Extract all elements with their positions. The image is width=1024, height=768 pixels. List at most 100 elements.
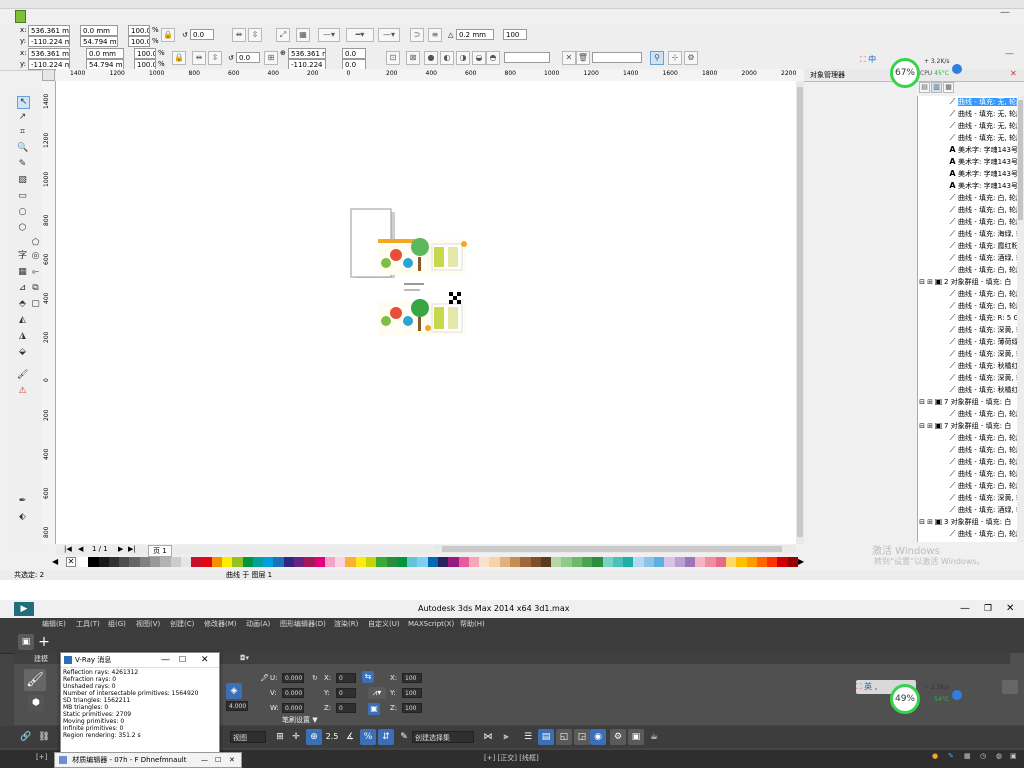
scale-x-field[interactable]: 100.0	[128, 25, 150, 36]
color-swatch[interactable]	[88, 557, 99, 567]
object-row[interactable]: ⟋ 曲线 - 填充: 深黄, 轮廓	[918, 492, 1024, 504]
color-swatch[interactable]	[314, 557, 325, 567]
horizontal-scrollbar[interactable]	[434, 545, 796, 553]
tray-teapot-icon[interactable]: ▣	[1010, 752, 1017, 760]
percent-snap-icon[interactable]: %	[360, 729, 376, 745]
color-swatch[interactable]	[592, 557, 603, 567]
color-swatch[interactable]	[283, 557, 294, 567]
color-swatch[interactable]	[273, 557, 284, 567]
color-swatch[interactable]	[438, 557, 449, 567]
render-icon[interactable]: ☕	[646, 729, 662, 745]
pen-tool-icon[interactable]: ✒	[17, 496, 28, 507]
viewport-label[interactable]: [+] [正交] [线框]	[484, 753, 539, 763]
accelerate-icon-2[interactable]	[952, 690, 962, 700]
angle-snap-icon[interactable]: ∡	[342, 729, 358, 745]
eyedropper-tool-icon[interactable]: ⬘	[17, 299, 28, 310]
y-position-field[interactable]: -110.224 mm	[28, 36, 70, 47]
docker-close-icon[interactable]: ✕	[1010, 69, 1017, 78]
color-swatch[interactable]	[160, 557, 171, 567]
rectangle-tool-icon[interactable]: ▭	[17, 191, 28, 202]
color-style-icon[interactable]: ●	[424, 51, 438, 65]
object-row[interactable]: A 美术字: 字魂143号	[918, 168, 1024, 180]
color-swatch[interactable]	[674, 557, 685, 567]
color-swatch[interactable]	[602, 557, 613, 567]
object-group-row[interactable]: ⊟ ⊞ ▣ 7 对象群组 - 填充: 白	[918, 396, 1024, 408]
max-restore-button[interactable]: ❐	[984, 600, 992, 618]
max-minimize-button[interactable]: —	[960, 600, 970, 618]
vertical-ruler[interactable]: 1400 1200 1000 800 600 400 200 0 200 400 600 800	[42, 81, 56, 544]
window-minimize-button[interactable]: —	[1000, 8, 1022, 18]
wrap-text-icon[interactable]: ≡	[428, 28, 442, 42]
color-swatch[interactable]	[726, 557, 737, 567]
edit-named-sets-icon[interactable]: ✎	[396, 729, 412, 745]
max-menu-item[interactable]: 编辑(E)	[42, 618, 66, 631]
color-swatch[interactable]	[582, 557, 593, 567]
tray-sphere-icon[interactable]: ◍	[996, 752, 1002, 760]
object-row[interactable]: A 美术字: 字魂143号	[918, 180, 1024, 192]
z-scale-field[interactable]: 100	[402, 703, 422, 713]
render-setup-icon[interactable]: ⚙	[610, 729, 626, 745]
color-swatch[interactable]	[510, 557, 521, 567]
color-swatch[interactable]	[304, 557, 315, 567]
table-tool-icon[interactable]: ▦	[17, 267, 28, 278]
max-menu-item[interactable]: 组(G)	[108, 618, 126, 631]
color-swatch[interactable]	[335, 557, 346, 567]
object-row[interactable]: ⟋曲线 - 填充: 秋橘红, 轮廓	[918, 384, 1024, 396]
color-swatch[interactable]	[633, 557, 644, 567]
color-swatch[interactable]	[129, 557, 140, 567]
start-arrow-select[interactable]: —▾	[318, 28, 340, 42]
color-swatch[interactable]	[201, 557, 212, 567]
color-swatch[interactable]	[170, 557, 181, 567]
color-swatch[interactable]	[407, 557, 418, 567]
effect-icon-c[interactable]: ◒	[472, 51, 486, 65]
brush-strength-field[interactable]: 4.000	[226, 701, 248, 711]
color-swatch[interactable]	[530, 557, 541, 567]
object-row[interactable]: ⟋曲线 - 填充: 霞红粉, 轮廓	[918, 240, 1024, 252]
color-swatch[interactable]	[98, 557, 109, 567]
object-group-row[interactable]: ⊟ ⊞ ▣ 7 对象群组 - 填充: 白	[918, 420, 1024, 432]
max-menu-item[interactable]: 动画(A)	[246, 618, 270, 631]
font-select[interactable]	[592, 52, 642, 63]
color-swatch[interactable]	[211, 557, 222, 567]
color-swatch[interactable]	[345, 557, 356, 567]
angle-field[interactable]: 0.0	[190, 29, 214, 40]
freehand-tool-icon[interactable]: ✎	[17, 159, 28, 170]
material-editor-taskbar-item[interactable]: 材质编辑器 - 07h - F Dhnefmnault — ☐ ✕	[54, 752, 242, 768]
page-tab[interactable]: 页 1	[148, 545, 172, 557]
group-eye-icon[interactable]: ⊞	[926, 396, 934, 408]
tray-sun-icon[interactable]: ●	[932, 752, 938, 760]
vray-close-button[interactable]: ✕	[201, 653, 209, 667]
select-move-icon[interactable]: ⊕	[306, 729, 322, 745]
x-offset-field[interactable]: 0	[336, 673, 356, 683]
object-row[interactable]: ⟋ 曲线 - 填充: 酒绿, 轮廓	[918, 504, 1024, 516]
object-row[interactable]: ⟋曲线 - 填充: 秋橘红, 轮廓	[918, 360, 1024, 372]
dimension-tool-icon[interactable]: ⊿	[17, 283, 28, 294]
lock-ratio-icon[interactable]: 🔒	[161, 28, 175, 42]
mirror-horizontal-icon[interactable]: ⇹	[232, 28, 246, 42]
paint-icon[interactable]: 🖌	[17, 370, 28, 381]
accelerate-icon[interactable]	[952, 64, 962, 74]
delete-style-icon[interactable]: ✕	[562, 51, 576, 65]
color-swatch[interactable]	[561, 557, 572, 567]
polygon-tool-icon[interactable]: ⬡	[17, 223, 28, 234]
color-swatch[interactable]	[654, 557, 665, 567]
group-eye-icon[interactable]: ⊞	[926, 276, 934, 288]
text-tool-icon[interactable]: 字	[17, 251, 28, 262]
object-row[interactable]: ⟋ 曲线 - 填充: 海绿, 轮廓	[918, 228, 1024, 240]
object-row[interactable]: A 美术字: 字魂143号	[918, 144, 1024, 156]
drawing-canvas[interactable]	[56, 81, 796, 544]
object-x-field[interactable]: 536.361 mm	[288, 48, 326, 59]
collapse-icon[interactable]: ⊟	[918, 276, 926, 288]
mirror-vertical-icon[interactable]: ⇳	[248, 28, 262, 42]
color-swatch[interactable]	[458, 557, 469, 567]
object-row[interactable]: ⟋ 曲线 - 填充: 白, 轮廓	[918, 300, 1024, 312]
color-swatch[interactable]	[612, 557, 624, 567]
left-viewport-label[interactable]: [+]	[36, 753, 47, 761]
color-swatch[interactable]	[139, 557, 150, 567]
vertex-select-icon[interactable]: ◈	[226, 683, 242, 699]
color-swatch[interactable]	[489, 557, 500, 567]
max-menu-item[interactable]: 自定义(U)	[368, 618, 400, 631]
color-swatch[interactable]	[705, 557, 716, 567]
collapse-icon[interactable]: ⊟	[918, 420, 926, 432]
snap-icon[interactable]: ⚲	[650, 51, 664, 65]
